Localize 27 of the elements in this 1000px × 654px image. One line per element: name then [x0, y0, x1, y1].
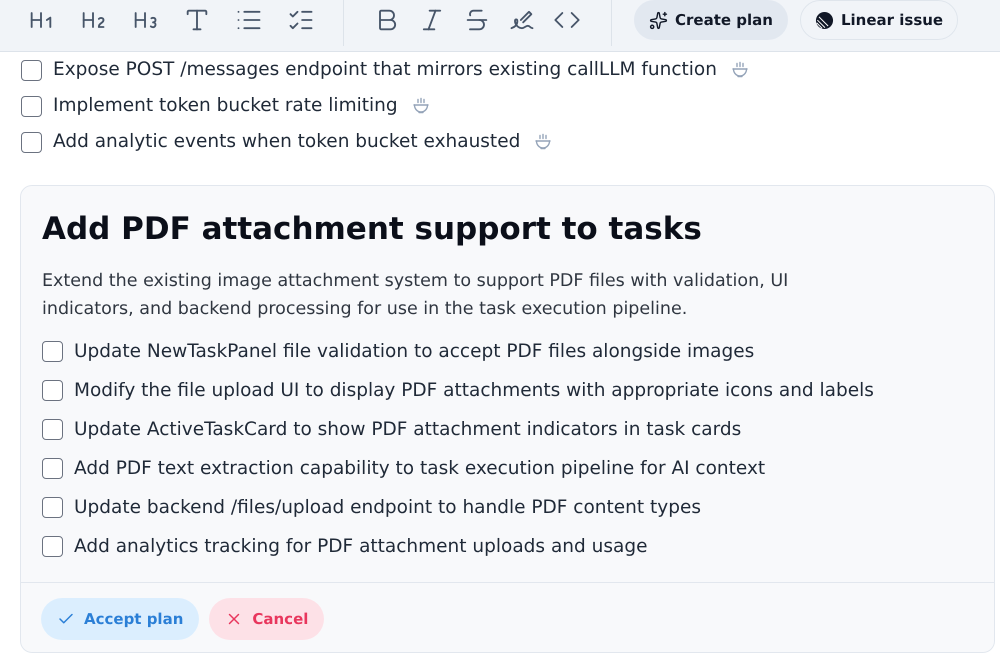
checkbox[interactable] — [21, 60, 42, 80]
task-text: Add analytic events when token bucket exhausted — [53, 130, 520, 154]
linear-logo-icon — [814, 10, 834, 30]
task-text: Implement token bucket rate limiting — [53, 94, 398, 118]
plan-step-text: Add PDF text extraction capability to task execution pipeline for AI context — [74, 456, 766, 481]
plan-step-text: Update backend /files/upload endpoint to handle PDF content types — [74, 496, 701, 520]
checkbox[interactable] — [42, 497, 63, 518]
task-text: Expose POST /messages endpoint that mirrors existing callLLM function — [53, 58, 717, 82]
checkbox[interactable] — [42, 536, 63, 557]
plan-step-text: Update ActiveTaskCard to show PDF attachment indicators in task cards — [74, 418, 742, 442]
checkbox[interactable] — [42, 380, 63, 401]
checkbox[interactable] — [42, 458, 63, 479]
bowl-icon — [534, 133, 552, 151]
linear-issue-button[interactable]: Linear issue — [800, 0, 958, 40]
bowl-icon — [730, 61, 749, 79]
plan-step-text: Modify the file upload UI to display PDF attachments with appropriate icons and labels — [74, 378, 874, 403]
plan-description: Extend the existing image attachment system to support PDF files with validation, UI indicators, and backend processing for use in the task execution pipeline. — [42, 270, 790, 321]
checkbox[interactable] — [42, 341, 63, 362]
plan-step-text: Add analytics tracking for PDF attachment uploads and usage — [74, 534, 648, 559]
checkbox[interactable] — [21, 96, 42, 116]
checkbox[interactable] — [42, 419, 63, 440]
create-plan-button[interactable]: Create plan — [634, 0, 788, 40]
plan-title: Add PDF attachment support to tasks — [42, 210, 703, 249]
bowl-icon — [412, 97, 430, 115]
plan-step-text: Update NewTaskPanel file validation to accept PDF files alongside images — [74, 340, 754, 364]
sparkle-icon — [649, 10, 668, 30]
checkbox[interactable] — [21, 132, 42, 152]
